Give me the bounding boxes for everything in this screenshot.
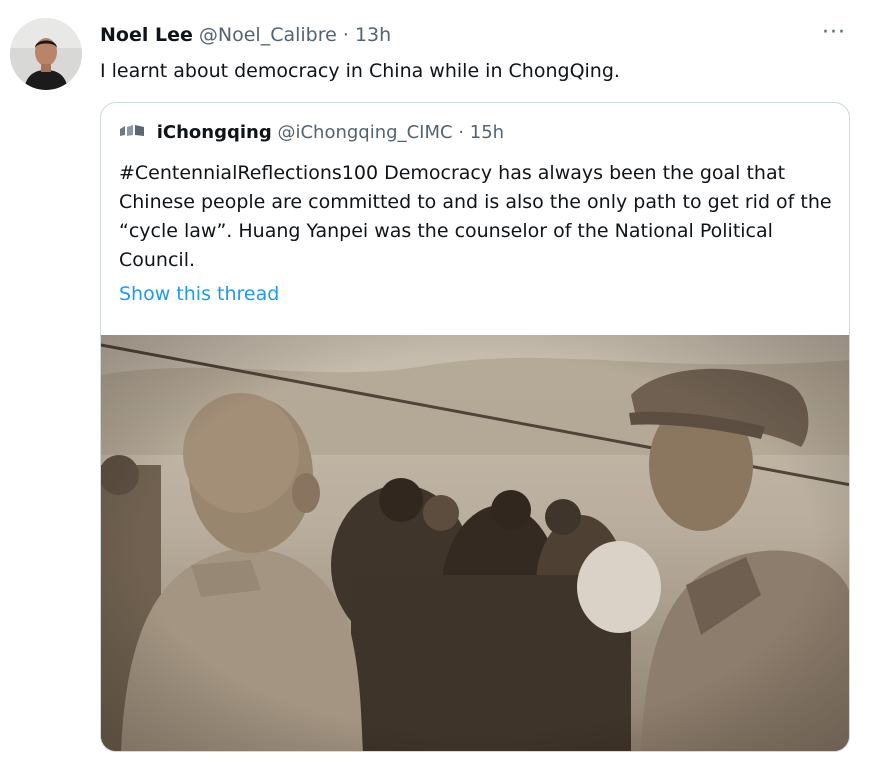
tweet-header: Noel Lee @Noel_Calibre · 13h xyxy=(100,22,391,48)
more-options-icon[interactable]: ··· xyxy=(822,20,846,45)
quoted-tweet-header: iChongqing @iChongqing_CIMC · 15h xyxy=(119,121,504,145)
show-this-thread-link[interactable]: Show this thread xyxy=(119,283,279,305)
timestamp[interactable]: 13h xyxy=(355,24,391,46)
quoted-tweet-photo[interactable] xyxy=(101,335,850,752)
avatar-photo xyxy=(10,18,82,90)
quoted-display-name[interactable]: iChongqing xyxy=(157,122,272,143)
quoted-separator-dot: · xyxy=(458,122,465,143)
quoted-tweet-card[interactable]: iChongqing @iChongqing_CIMC · 15h #Cente… xyxy=(100,102,850,752)
display-name[interactable]: Noel Lee xyxy=(100,24,193,46)
avatar[interactable] xyxy=(10,18,82,90)
quoted-tweet-text: #CentennialReflections100 Democracy has … xyxy=(119,162,832,271)
quoted-user-handle[interactable]: @iChongqing_CIMC xyxy=(277,122,452,143)
quoted-timestamp[interactable]: 15h xyxy=(470,122,504,143)
separator-dot: · xyxy=(342,24,349,46)
tweet-text: I learnt about democracy in China while … xyxy=(100,60,620,82)
user-handle[interactable]: @Noel_Calibre xyxy=(199,24,337,46)
tweet[interactable]: Noel Lee @Noel_Calibre · 13h ··· I learn… xyxy=(0,0,870,764)
ichongqing-logo-icon xyxy=(120,125,144,136)
